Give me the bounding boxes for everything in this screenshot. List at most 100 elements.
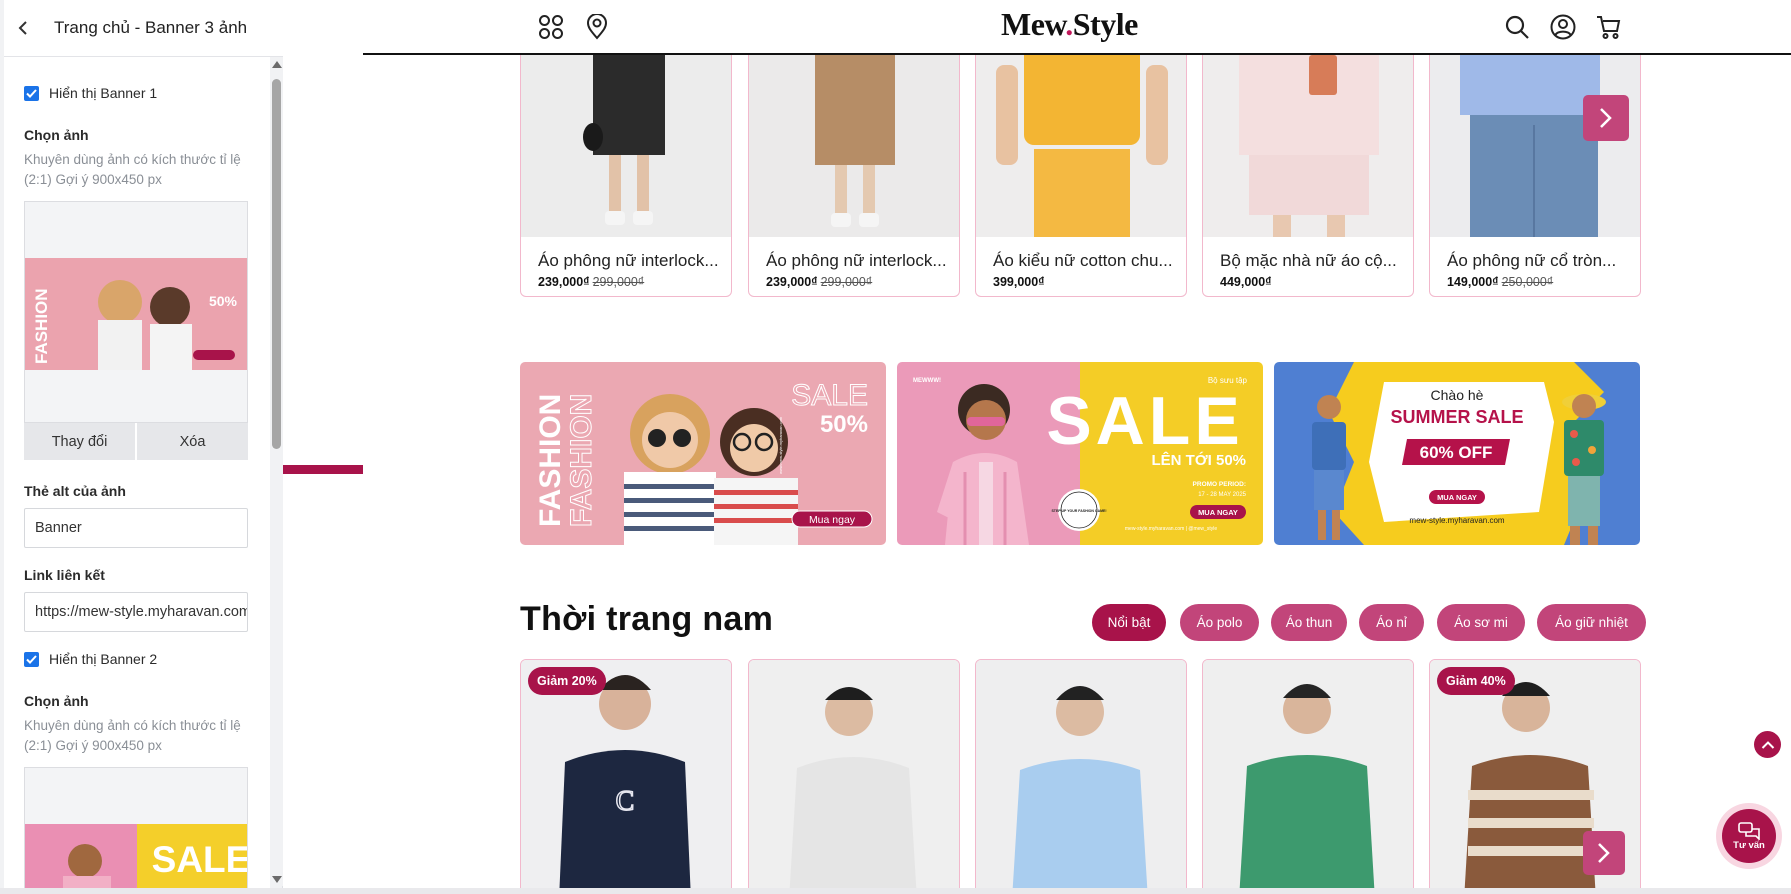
show-banner-1-label: Hiển thị Banner 1 <box>49 85 158 101</box>
product-name[interactable]: Bộ mặc nhà nữ áo cộ... <box>1220 251 1405 271</box>
change-image-button[interactable]: Thay đổi <box>24 423 137 460</box>
chat-button[interactable]: Tư vấn <box>1716 803 1782 869</box>
product-image <box>1203 660 1413 894</box>
bottom-scrollbar <box>0 888 1791 894</box>
product-card[interactable]: Bộ mặc nhà nữ áo cộ... 449,000₫ <box>1202 44 1414 297</box>
product-row-top: Áo phông nữ interlock... 239,000₫ 299,000… <box>520 44 1644 297</box>
banner-2-sale: SALE <box>1046 383 1243 459</box>
svg-text:C: C <box>616 786 635 817</box>
tab-ao-polo[interactable]: Áo polo <box>1180 604 1259 641</box>
product-name[interactable]: Áo phông nữ interlock... <box>538 251 723 271</box>
product-card[interactable]: Áo kiểu nữ cotton chu... 399,000₫ <box>975 44 1187 297</box>
banner-3[interactable]: Chào hè SUMMER SALE 60% OFF MUA NGAY mew… <box>1274 362 1640 545</box>
product-price: 239,000₫ 299,000₫ <box>766 275 873 289</box>
banner-3-url: mew-style.myharavan.com <box>1409 516 1504 525</box>
banner-1-word1: FASHION <box>534 394 567 527</box>
banner-2-promo: PROMO PERIOD: <box>1193 481 1246 488</box>
banner-1-cta: Mua ngay <box>809 514 856 526</box>
product-image <box>749 45 959 237</box>
user-icon[interactable] <box>1549 13 1577 41</box>
check-icon <box>24 651 39 667</box>
banner-1-sale: SALE <box>791 379 868 412</box>
show-banner-2-checkbox[interactable]: Hiển thị Banner 2 <box>24 651 157 667</box>
svg-text:50%: 50% <box>209 293 238 309</box>
banner-1-url: www.mew-style.myharavan.com <box>778 416 783 474</box>
product-card[interactable]: Áo phông nữ cổ tròn... 149,000₫ 250,000₫ <box>1429 44 1641 297</box>
tab-noi-bat[interactable]: Nổi bật <box>1092 604 1166 641</box>
link-label: Link liên kết <box>24 567 105 583</box>
carousel-next-button[interactable] <box>1583 95 1629 141</box>
product-card[interactable] <box>748 659 960 894</box>
cart-icon[interactable] <box>1595 13 1623 41</box>
product-price: 449,000₫ <box>1220 275 1272 289</box>
product-name[interactable]: Áo kiểu nữ cotton chu... <box>993 251 1178 271</box>
product-card[interactable]: C Giảm 20% <box>520 659 732 894</box>
chevron-up-icon <box>1761 740 1774 749</box>
chevron-right-icon <box>1600 108 1612 128</box>
banner-3-cta: MUA NGAY <box>1437 493 1477 502</box>
product-card[interactable]: Áo phông nữ interlock... 239,000₫ 299,000… <box>748 44 960 297</box>
banner-1-word2: FASHION <box>565 394 598 527</box>
link-input[interactable]: https://mew-style.myharavan.com <box>24 592 248 632</box>
banner-2-upto: LÊN TỚI 50% <box>1152 451 1246 469</box>
image-size-hint-2: Khuyên dùng ảnh có kích thước tỉ lệ (2:1… <box>24 718 241 753</box>
check-icon <box>24 85 39 101</box>
banner-2-image-preview[interactable]: SALE <box>24 767 248 894</box>
banner-1-image-preview[interactable]: FASHION 50% <box>24 201 248 423</box>
chevron-right-icon <box>1598 843 1610 863</box>
sidebar-title: Trang chủ - Banner 3 ảnh <box>54 18 248 37</box>
product-card[interactable]: Áo phông nữ interlock... 239,000₫ 299,000… <box>520 44 732 297</box>
location-icon[interactable] <box>583 13 611 41</box>
sidebar-header: Trang chủ - Banner 3 ảnh <box>4 0 283 57</box>
product-card[interactable] <box>975 659 1187 894</box>
settings-sidebar: Trang chủ - Banner 3 ảnh Hiển thị Banner… <box>0 0 283 894</box>
banner-2-footer: mew-style.myharavan.com | @mew_style <box>1125 526 1217 532</box>
delete-image-button[interactable]: Xóa <box>137 423 248 460</box>
show-banner-2-label: Hiển thị Banner 2 <box>49 651 158 667</box>
tab-ao-giu-nhiet[interactable]: Áo giữ nhiệt <box>1537 604 1646 641</box>
alt-text-label: Thẻ alt của ảnh <box>24 483 126 499</box>
banner-2-dates: 17 - 28 MAY 2025 <box>1198 492 1246 498</box>
back-icon[interactable] <box>4 0 44 57</box>
banner-2-stamp: STEP UP YOUR FASHION GAME! <box>1051 509 1106 513</box>
show-banner-1-checkbox[interactable]: Hiển thị Banner 1 <box>24 85 157 101</box>
tab-ao-ni[interactable]: Áo nỉ <box>1359 604 1424 641</box>
image-actions: Thay đổi Xóa <box>24 423 248 460</box>
tab-ao-thun[interactable]: Áo thun <box>1271 604 1347 641</box>
product-image: C <box>521 660 731 894</box>
banner-1[interactable]: FASHION FASHION SALE 50% Mua ngay www.me… <box>520 362 886 545</box>
product-price: 399,000₫ <box>993 275 1045 289</box>
site-logo[interactable]: Mew.Style <box>1001 6 1138 43</box>
alt-text-input[interactable]: Banner <box>24 508 248 548</box>
banner-3-hello: Chào hè <box>1431 387 1484 403</box>
product-image <box>1430 45 1640 237</box>
banner-3-summer: SUMMER SALE <box>1390 407 1523 427</box>
chat-icon <box>1738 821 1760 840</box>
image-size-hint: Khuyên dùng ảnh có kích thước tỉ lệ (2:1… <box>24 152 241 187</box>
tab-ao-so-mi[interactable]: Áo sơ mi <box>1437 604 1525 641</box>
grid-icon[interactable] <box>537 13 565 41</box>
product-name[interactable]: Áo phông nữ interlock... <box>766 251 951 271</box>
scroll-to-top-button[interactable] <box>1754 731 1781 758</box>
carousel-next-button[interactable] <box>1583 831 1625 875</box>
storefront-preview: Áo phông nữ interlock... 239,000₫ 299,000… <box>363 0 1791 894</box>
discount-badge: Giảm 40% <box>1437 667 1515 695</box>
banner-2-brand: MEWWW! <box>913 378 941 384</box>
svg-text:FASHION: FASHION <box>32 288 51 364</box>
product-price: 239,000₫ 299,000₫ <box>538 275 645 289</box>
product-row-men: C Giảm 20% Giảm 40% <box>520 659 1644 894</box>
banner-2[interactable]: MEWWW! Bộ sưu tập SALE LÊN TỚI 50% PROMO… <box>897 362 1263 545</box>
product-name[interactable]: Áo phông nữ cổ tròn... <box>1447 251 1632 271</box>
discount-badge: Giảm 20% <box>528 667 606 695</box>
product-price: 149,000₫ 250,000₫ <box>1447 275 1554 289</box>
search-icon[interactable] <box>1503 13 1531 41</box>
product-image <box>976 660 1186 894</box>
product-card[interactable] <box>1202 659 1414 894</box>
site-header: Mew.Style <box>363 0 1791 55</box>
section-title: Thời trang nam <box>520 600 774 638</box>
choose-image-label-2: Chọn ảnh <box>24 693 89 709</box>
product-image <box>521 45 731 237</box>
banner-1-percent: 50% <box>820 411 868 438</box>
sidebar-scrollbar[interactable] <box>270 57 283 886</box>
product-image <box>976 45 1186 237</box>
